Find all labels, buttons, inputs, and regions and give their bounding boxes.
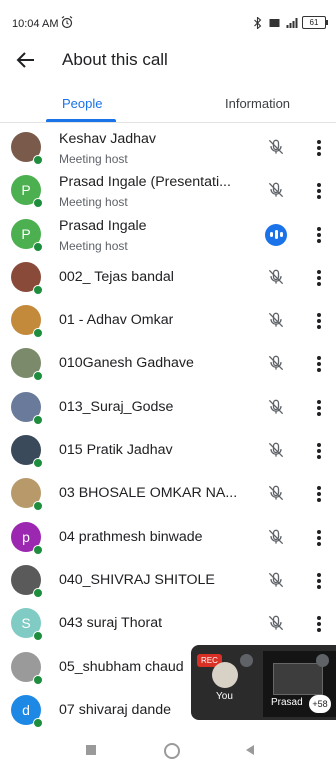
- back-arrow-icon[interactable]: [14, 48, 38, 72]
- speaking-indicator-icon: [265, 223, 287, 246]
- mic-off-icon[interactable]: [266, 137, 286, 157]
- presence-dot: [33, 414, 43, 425]
- participant-name: 010Ganesh Gadhave: [59, 355, 194, 372]
- self-video-avatar: [212, 662, 238, 688]
- presence-dot: [33, 631, 43, 642]
- signal-icon: [286, 17, 298, 28]
- participant-name: 002_ Tejas bandal: [59, 268, 174, 285]
- more-options-icon[interactable]: [313, 571, 325, 591]
- participant-name: 040_SHIVRAJ SHITOLE: [59, 571, 215, 588]
- mic-off-icon[interactable]: [266, 527, 286, 547]
- participant-name: 015 Pratik Jadhav: [59, 442, 173, 459]
- data-icon: [269, 18, 280, 27]
- more-options-icon[interactable]: [313, 138, 325, 158]
- more-options-icon[interactable]: [313, 354, 325, 374]
- participant-name: 05_shubham chaud: [59, 658, 184, 675]
- more-options-icon[interactable]: [313, 268, 325, 288]
- tab-information[interactable]: Information: [225, 96, 290, 111]
- more-options-icon[interactable]: [313, 528, 325, 548]
- alarm-icon: [61, 16, 73, 29]
- mic-off-icon[interactable]: [266, 397, 286, 417]
- mic-off-icon[interactable]: [266, 180, 286, 200]
- mic-off-icon[interactable]: [266, 613, 286, 633]
- battery-indicator: 61: [302, 16, 328, 29]
- participant-list: Keshav Jadhav Meeting host P Prasad Ingale …: [0, 126, 336, 732]
- status-time: 10:04 AM: [12, 18, 59, 30]
- presence-dot: [33, 155, 43, 165]
- more-options-icon[interactable]: [313, 441, 325, 461]
- mic-off-icon[interactable]: [266, 483, 286, 503]
- mic-off-icon[interactable]: [266, 440, 286, 460]
- picture-in-picture[interactable]: REC You Prasad +58: [191, 645, 336, 720]
- participant-row[interactable]: Keshav Jadhav Meeting host: [0, 126, 336, 169]
- mic-off-icon[interactable]: [266, 570, 286, 590]
- home-button[interactable]: [164, 743, 180, 759]
- participant-name: Prasad Ingale: [59, 217, 147, 234]
- participant-name: 01 - Adhav Omkar: [59, 312, 174, 329]
- presence-dot: [33, 674, 43, 685]
- participant-row[interactable]: P Prasad Ingale Meeting host: [0, 213, 336, 256]
- tab-bar: People Information: [0, 88, 336, 123]
- more-options-icon[interactable]: [313, 614, 325, 634]
- participant-row[interactable]: 03 BHOSALE OMKAR NA...: [0, 472, 336, 515]
- bluetooth-icon: [254, 16, 262, 29]
- mic-off-icon[interactable]: [266, 310, 286, 330]
- tab-people[interactable]: People: [62, 96, 102, 111]
- more-options-icon[interactable]: [313, 484, 325, 504]
- participant-name: 07 shivaraj dande: [59, 701, 172, 718]
- participant-row[interactable]: 01 - Adhav Omkar: [0, 299, 336, 342]
- presence-dot: [33, 458, 43, 469]
- participant-row[interactable]: P Prasad Ingale (Presentati... Meeting hos…: [0, 169, 336, 212]
- participant-name: Keshav Jadhav: [59, 131, 157, 147]
- presence-dot: [33, 371, 43, 382]
- participant-row[interactable]: 040_SHIVRAJ SHITOLE: [0, 559, 336, 602]
- presentation-screen: [273, 663, 323, 695]
- presence-dot: [33, 587, 43, 598]
- participant-row[interactable]: S 043 suraj Thorat: [0, 602, 336, 645]
- overflow-count-badge: +58: [309, 695, 331, 713]
- mic-off-icon: [240, 654, 253, 667]
- participant-row[interactable]: 015 Pratik Jadhav: [0, 429, 336, 472]
- more-options-icon[interactable]: [313, 181, 325, 201]
- top-bar: About this call: [0, 42, 336, 78]
- tab-indicator: [46, 119, 116, 122]
- presenter-label: Prasad: [271, 697, 303, 708]
- participant-role: Meeting host: [59, 152, 128, 166]
- participant-name: Prasad Ingale (Presentati...: [59, 174, 231, 191]
- presence-dot: [33, 544, 43, 555]
- presence-dot: [33, 284, 43, 295]
- participant-row[interactable]: 010Ganesh Gadhave: [0, 342, 336, 385]
- self-label: You: [216, 691, 233, 702]
- participant-row[interactable]: p 04 prathmesh binwade: [0, 516, 336, 559]
- presence-dot: [33, 328, 43, 339]
- participant-name: 013_Suraj_Godse: [59, 398, 174, 415]
- mic-off-icon[interactable]: [266, 267, 286, 287]
- participant-name: 03 BHOSALE OMKAR NA...: [59, 485, 238, 502]
- presence-dot: [33, 198, 43, 209]
- mic-off-icon[interactable]: [266, 353, 286, 373]
- participant-name: 043 suraj Thorat: [59, 615, 163, 632]
- participant-role: Meeting host: [59, 195, 128, 210]
- participant-row[interactable]: 013_Suraj_Godse: [0, 386, 336, 429]
- presence-dot: [33, 241, 43, 252]
- presence-dot: [33, 717, 43, 728]
- participant-role: Meeting host: [59, 238, 128, 253]
- system-nav-bar: [0, 732, 336, 767]
- more-options-icon[interactable]: [313, 311, 325, 331]
- more-options-icon[interactable]: [313, 398, 325, 418]
- presence-dot: [33, 501, 43, 512]
- more-options-icon[interactable]: [313, 225, 325, 245]
- mic-off-icon: [316, 654, 329, 667]
- nav-back-icon[interactable]: [244, 744, 256, 756]
- participant-row[interactable]: 002_ Tejas bandal: [0, 256, 336, 299]
- participant-name: 04 prathmesh binwade: [59, 528, 203, 545]
- recents-button[interactable]: [86, 745, 96, 755]
- page-title: About this call: [62, 50, 168, 69]
